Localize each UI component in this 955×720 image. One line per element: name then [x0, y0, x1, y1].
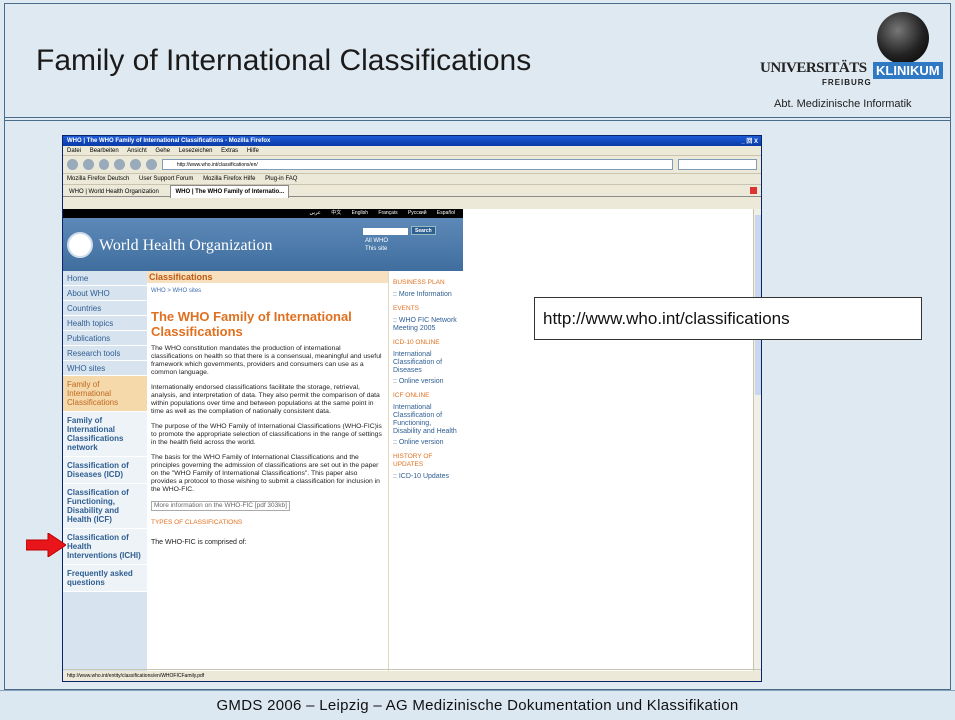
bookmark-item[interactable]: User Support Forum — [139, 176, 193, 182]
logo-universitaets: UNIVERSITÄTS — [760, 60, 867, 76]
lang-chinese[interactable]: 中文 — [331, 210, 341, 216]
menu-datei[interactable]: Datei — [67, 148, 81, 154]
nav-about-who[interactable]: About WHO — [63, 286, 147, 301]
close-tab-icon[interactable] — [750, 187, 757, 194]
menu-bar: Datei Bearbeiten Ansicht Gehe Lesezeiche… — [63, 146, 761, 156]
search-box[interactable] — [678, 159, 757, 170]
home-icon[interactable] — [130, 159, 142, 170]
menu-extras[interactable]: Extras — [221, 148, 238, 154]
lang-english[interactable]: English — [352, 210, 368, 216]
stop-icon[interactable] — [114, 159, 126, 170]
option-all-who[interactable]: All WHO — [365, 238, 388, 244]
language-bar: عربي 中文 English Français Русский Español — [63, 209, 463, 218]
menu-bearbeiten[interactable]: Bearbeiten — [90, 148, 119, 154]
tab-who-home[interactable]: WHO | World Health Organization — [65, 186, 163, 198]
section-icf-online: ICF ONLINE — [393, 392, 430, 399]
browser-titlebar: WHO | The WHO Family of International Cl… — [63, 136, 761, 146]
section-icd-online: ICD-10 ONLINE — [393, 339, 440, 346]
who-emblem-icon[interactable] — [67, 232, 93, 258]
nav-research-tools[interactable]: Research tools — [63, 346, 147, 361]
paragraph: The WHO-FIC is comprised of: — [151, 539, 247, 546]
icd-updates-link[interactable]: :: ICD-10 Updates — [393, 473, 459, 481]
types-heading: TYPES OF CLASSIFICATIONS — [151, 519, 243, 526]
slide-footer: GMDS 2006 – Leipzig – AG Medizinische Do… — [0, 690, 955, 720]
breadcrumb[interactable]: WHO > WHO sites — [151, 287, 384, 295]
nav-countries[interactable]: Countries — [63, 301, 147, 316]
paragraph: The purpose of the WHO Family of Interna… — [151, 423, 382, 446]
site-search-button[interactable]: Search — [411, 226, 436, 235]
section-business-plan: BUSINESS PLAN — [393, 279, 445, 286]
department-label: Abt. Medizinische Informatik — [774, 98, 912, 110]
bookmark-item[interactable]: Mozilla Firefox Hilfe — [203, 176, 255, 182]
nav-home[interactable]: Home — [63, 271, 147, 286]
print-icon[interactable] — [146, 159, 157, 170]
more-info-link[interactable]: More information on the WHO-FIC [pdf 303… — [151, 501, 290, 511]
slide: Family of International Classifications … — [0, 0, 955, 720]
site-search-input[interactable] — [363, 228, 408, 235]
fic-meeting-link[interactable]: :: WHO FIC Network Meeting 2005 — [393, 317, 459, 333]
menu-lesezeichen[interactable]: Lesezeichen — [179, 148, 213, 154]
red-arrow-icon — [26, 533, 66, 557]
lang-russian[interactable]: Русский — [408, 210, 427, 216]
logo-freiburg: FREIBURG — [822, 78, 872, 87]
window-buttons[interactable]: _ 回 X — [741, 137, 758, 147]
back-icon[interactable] — [67, 159, 78, 170]
nav-toolbar: http://www.who.int/classifications/en/ — [63, 156, 761, 174]
forward-icon[interactable] — [82, 159, 94, 170]
icf-title: International Classification of Function… — [393, 404, 457, 435]
nav-publications[interactable]: Publications — [63, 331, 147, 346]
nav-fic-network[interactable]: Family of International Classifications … — [63, 412, 147, 457]
who-org-name[interactable]: World Health Organization — [99, 237, 272, 255]
section-history: HISTORY OF UPDATES — [393, 453, 433, 468]
nav-icf[interactable]: Classification of Functioning, Disabilit… — [63, 484, 147, 529]
bookmarks-bar: Mozilla Firefox Deutsch User Support For… — [63, 174, 761, 185]
vertical-scrollbar[interactable] — [753, 209, 761, 671]
icf-online-link[interactable]: :: Online version — [393, 439, 459, 447]
browser-window: WHO | The WHO Family of International Cl… — [62, 135, 762, 682]
tab-bar: WHO | World Health Organization WHO | Th… — [63, 185, 761, 198]
icd-title: International Classification of Diseases — [393, 351, 443, 374]
nav-faq[interactable]: Frequently asked questions — [63, 565, 147, 592]
lang-french[interactable]: Français — [378, 210, 397, 216]
url-callout: http://www.who.int/classifications — [534, 297, 922, 340]
window-title: WHO | The WHO Family of International Cl… — [67, 138, 271, 144]
globe-logo-icon — [877, 12, 929, 64]
bookmark-item[interactable]: Mozilla Firefox Deutsch — [67, 176, 129, 182]
paragraph: The basis for the WHO Family of Internat… — [151, 454, 380, 493]
nav-health-topics[interactable]: Health topics — [63, 316, 147, 331]
section-header: Classifications — [147, 271, 388, 283]
lang-spanish[interactable]: Español — [437, 210, 455, 216]
more-information-link[interactable]: :: More Information — [393, 291, 459, 299]
menu-gehe[interactable]: Gehe — [155, 148, 170, 154]
menu-hilfe[interactable]: Hilfe — [247, 148, 259, 154]
page-heading: The WHO Family of International Classifi… — [151, 309, 352, 339]
menu-ansicht[interactable]: Ansicht — [127, 148, 147, 154]
status-bar: http://www.who.int/entity/classification… — [63, 669, 761, 681]
paragraph: Internationally endorsed classifications… — [151, 384, 380, 415]
lang-arabic[interactable]: عربي — [309, 210, 320, 216]
slide-title: Family of International Classifications — [36, 44, 532, 77]
nav-family-classifications[interactable]: Family of International Classifications — [63, 376, 147, 412]
who-header: World Health Organization Search All WHO… — [63, 218, 463, 271]
left-nav: Home About WHO Countries Health topics P… — [63, 271, 147, 671]
site-search: Search All WHO This site — [363, 222, 458, 269]
section-events: EVENTS — [393, 305, 420, 312]
nav-who-sites[interactable]: WHO sites — [63, 361, 147, 376]
university-logo: UNIVERSITÄTS FREIBURG KLINIKUM Abt. Medi… — [760, 8, 955, 114]
url-bar[interactable]: http://www.who.int/classifications/en/ — [161, 159, 674, 170]
main-content: Classifications WHO > WHO sites The WHO … — [147, 271, 388, 671]
paragraph: The WHO constitution mandates the produc… — [151, 345, 382, 376]
option-this-site[interactable]: This site — [365, 246, 387, 252]
tab-who-fic[interactable]: WHO | The WHO Family of Internatio... — [170, 185, 290, 198]
title-divider — [4, 117, 951, 121]
nav-ichi[interactable]: Classification of Health Interventions (… — [63, 529, 147, 565]
bookmark-item[interactable]: Plug-in FAQ — [265, 176, 297, 182]
web-page: عربي 中文 English Français Русский Español… — [63, 209, 755, 671]
icd-online-link[interactable]: :: Online version — [393, 378, 459, 386]
logo-klinikum: KLINIKUM — [873, 62, 943, 79]
nav-icd[interactable]: Classification of Diseases (ICD) — [63, 457, 147, 484]
right-column: BUSINESS PLAN :: More Information EVENTS… — [388, 271, 463, 671]
reload-icon[interactable] — [98, 159, 110, 170]
